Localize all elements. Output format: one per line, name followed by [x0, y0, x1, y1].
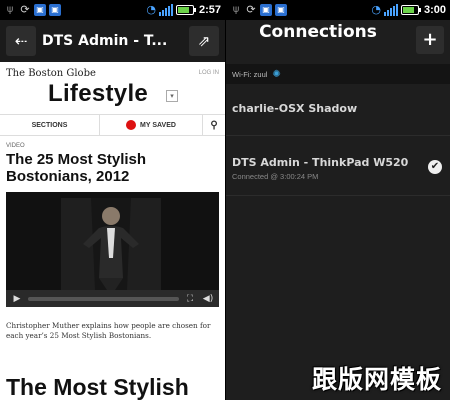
notification-badge-icon: ▣ [260, 4, 272, 16]
battery-icon [175, 5, 196, 15]
article: VIDEO The 25 Most Stylish Bostonians, 20… [6, 140, 219, 400]
signal-icon [383, 4, 398, 16]
site-logo[interactable]: The Boston Globe [6, 68, 96, 79]
wifi-network-header: Wi-Fi: zuul ✺ [226, 64, 450, 84]
site-nav-tabs: SECTIONS MY SAVED ⚲ [0, 114, 225, 136]
sync-icon: ⟳ [246, 3, 256, 16]
sync-icon: ⟳ [20, 3, 30, 16]
page-title: Connections [259, 22, 377, 42]
video-seek-bar[interactable] [28, 296, 179, 301]
notification-badge-icon: ▣ [275, 4, 287, 16]
browser-screen: ψ ⟳ ▣ ▣ ◔ 2:57 ⇠ DTS Admin - T... ⇗ The … [0, 0, 225, 400]
connection-name: DTS Admin - ThinkPad W520 [232, 156, 409, 169]
volume-icon[interactable]: ◀) [201, 294, 215, 304]
share-icon[interactable]: ⇠ [6, 26, 36, 56]
wifi-icon: ◔ [371, 3, 381, 16]
signal-icon [158, 4, 173, 16]
connection-status: Connected @ 3:00:24 PM [232, 172, 319, 181]
tab-sections[interactable]: SECTIONS [0, 115, 100, 135]
video-controls: ▶ ⛶ ◀) [6, 290, 219, 307]
section-dropdown-chevron-down-icon[interactable]: ▾ [166, 90, 178, 102]
login-link[interactable]: LOG IN [199, 70, 219, 76]
status-time: 2:57 [198, 4, 221, 16]
action-bar: ⇠ DTS Admin - T... ⇗ [0, 20, 225, 62]
open-external-icon[interactable]: ⇗ [189, 26, 219, 56]
check-icon: ✔ [428, 160, 442, 174]
video-thumbnail [61, 198, 161, 290]
connection-item[interactable]: charlie-OSX Shadow [226, 84, 450, 136]
connections-screen: ψ ⟳ ▣ ▣ ◔ 3:00 Connections + Wi-Fi: zuul… [226, 0, 450, 400]
article-headline[interactable]: The 25 Most Stylish Bostonians, 2012 [6, 151, 219, 185]
fullscreen-icon[interactable]: ⛶ [183, 294, 197, 304]
action-bar-title: DTS Admin - T... [42, 33, 168, 49]
saved-dot-icon [126, 120, 137, 130]
next-article-headline[interactable]: The Most Stylish [6, 374, 189, 400]
plus-icon[interactable]: + [416, 26, 444, 54]
video-player[interactable]: ▶ ⛶ ◀) [6, 192, 219, 307]
usb-icon: ψ [232, 4, 240, 15]
battery-icon [400, 5, 421, 15]
tab-my-saved[interactable]: MY SAVED [100, 115, 203, 135]
notification-badge-icon: ▣ [49, 4, 61, 16]
tab-my-saved-label: MY SAVED [140, 121, 176, 129]
status-time: 3:00 [423, 4, 446, 16]
notification-badge-icon: ▣ [34, 4, 46, 16]
search-icon[interactable]: ⚲ [203, 115, 225, 135]
status-bar: ψ ⟳ ▣ ▣ ◔ 2:57 [0, 0, 225, 20]
site-header: The Boston Globe LOG IN Lifestyle ▾ [0, 62, 225, 114]
connection-name: charlie-OSX Shadow [232, 102, 358, 115]
wifi-network-label: Wi-Fi: zuul [232, 69, 268, 79]
watermark: 跟版网模板 [311, 365, 442, 394]
status-bar: ψ ⟳ ▣ ▣ ◔ 3:00 [226, 0, 450, 20]
scanning-spinner-icon: ✺ [272, 68, 281, 80]
connection-item[interactable]: DTS Admin - ThinkPad W520 Connected @ 3:… [226, 136, 450, 196]
article-kicker: VIDEO [6, 143, 25, 149]
video-caption: Christopher Muther explains how people a… [6, 321, 211, 340]
section-title: Lifestyle [48, 80, 149, 107]
screenshot-root: ψ ⟳ ▣ ▣ ◔ 2:57 ⇠ DTS Admin - T... ⇗ The … [0, 0, 450, 400]
play-icon[interactable]: ▶ [10, 294, 24, 304]
wifi-icon: ◔ [146, 3, 156, 16]
usb-icon: ψ [6, 4, 14, 15]
